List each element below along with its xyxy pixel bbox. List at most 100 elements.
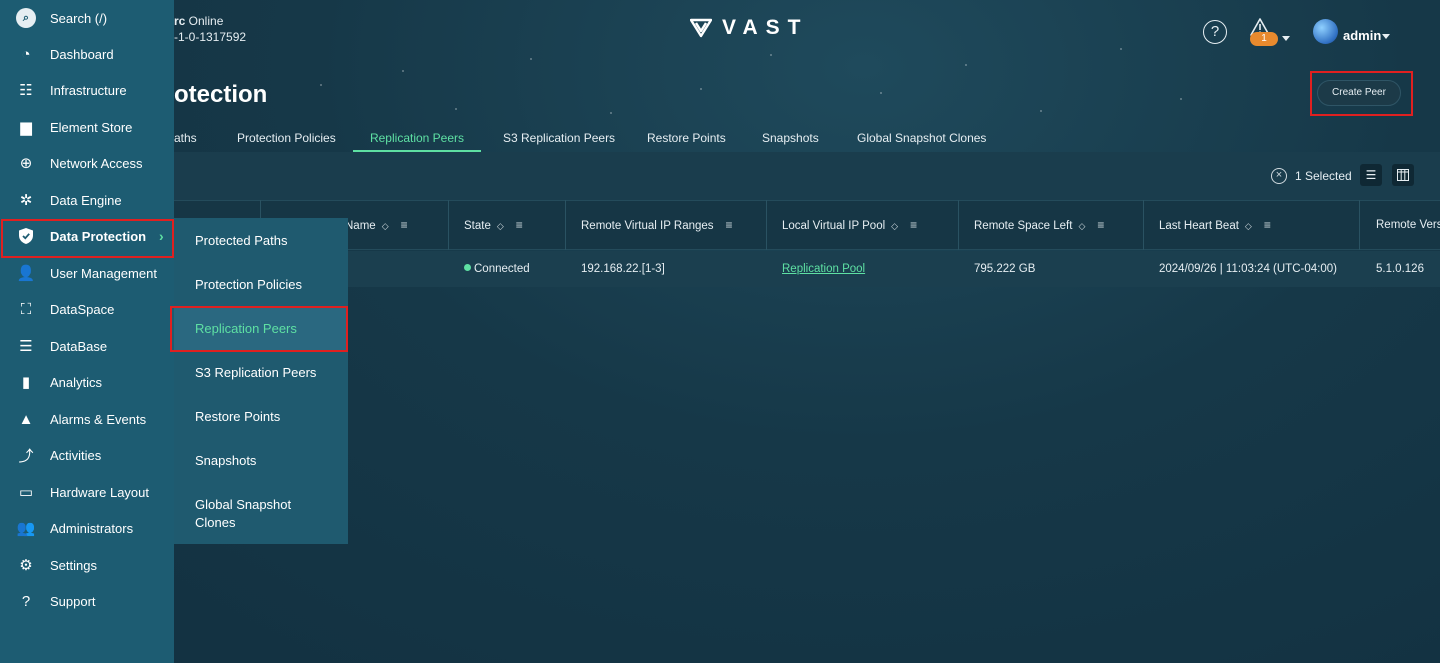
sidebar-item-user-management[interactable]: 👤 User Management bbox=[0, 255, 174, 291]
tab-s3-replication-peers[interactable]: S3 Replication Peers bbox=[503, 124, 615, 152]
column-divider bbox=[448, 200, 449, 250]
tab-global-snapshot-clones[interactable]: Global Snapshot Clones bbox=[857, 124, 986, 152]
column-menu-icon[interactable]: ≡ bbox=[726, 200, 733, 250]
selected-count: 1 Selected bbox=[1295, 169, 1352, 183]
question-icon: ? bbox=[21, 592, 31, 610]
column-header-last-heart-beat[interactable]: Last Heart Beat ◇ ≡ bbox=[1159, 200, 1271, 250]
column-label: State bbox=[464, 220, 491, 232]
sort-icon[interactable]: ◇ bbox=[497, 201, 504, 251]
tab-restore-points[interactable]: Restore Points bbox=[647, 124, 726, 152]
clear-selection-icon[interactable]: × bbox=[1271, 168, 1287, 184]
state-text: Connected bbox=[474, 263, 530, 275]
sidebar-item-label: Alarms & Events bbox=[50, 411, 147, 427]
tab-snapshots[interactable]: Snapshots bbox=[762, 124, 819, 152]
cell-remote-space-left: 795.222 GB bbox=[974, 263, 1036, 275]
table-toolbar bbox=[174, 152, 1440, 200]
submenu-item-restore-points[interactable]: Restore Points bbox=[174, 408, 348, 426]
sidebar-item-analytics[interactable]: ▮ Analytics bbox=[0, 364, 174, 400]
infrastructure-icon: ☷ bbox=[19, 82, 33, 99]
sidebar-item-dataspace[interactable]: ⛶ DataSpace bbox=[0, 291, 174, 327]
column-header-local-vip-pool[interactable]: Local Virtual IP Pool ◇ ≡ bbox=[782, 200, 917, 250]
vast-logo-icon bbox=[690, 18, 712, 38]
column-divider bbox=[1143, 200, 1144, 250]
column-header-name[interactable]: Name ◇ ≡ bbox=[345, 200, 408, 250]
column-menu-icon[interactable]: ≡ bbox=[401, 200, 408, 250]
submenu-item-protection-policies[interactable]: Protection Policies bbox=[174, 276, 348, 294]
sidebar-item-dashboard[interactable]: ◔ Dashboard bbox=[0, 36, 174, 72]
column-menu-icon[interactable]: ≡ bbox=[910, 200, 917, 250]
columns-view-icon[interactable] bbox=[1392, 164, 1414, 186]
sidebar-item-hardware-layout[interactable]: ▭ Hardware Layout bbox=[0, 474, 174, 510]
sidebar-item-label: Infrastructure bbox=[50, 82, 127, 98]
column-menu-icon[interactable]: ≡ bbox=[1264, 200, 1271, 250]
sidebar-item-label: Administrators bbox=[50, 520, 134, 536]
status-dot-icon bbox=[464, 264, 471, 271]
sort-icon[interactable]: ◇ bbox=[382, 201, 389, 251]
sidebar-item-search[interactable]: ⌕ Search (/) bbox=[0, 0, 174, 36]
sort-icon[interactable]: ◇ bbox=[1245, 201, 1252, 251]
submenu-item-s3-replication-peers[interactable]: S3 Replication Peers bbox=[174, 364, 348, 382]
sidebar-item-alarms-events[interactable]: ▲ Alarms & Events bbox=[0, 401, 174, 437]
tab-replication-peers[interactable]: Replication Peers bbox=[353, 124, 481, 152]
cell-remote-version: 5.1.0.126 bbox=[1376, 263, 1424, 275]
cell-state: Connected bbox=[464, 251, 530, 287]
column-header-remote-space-left[interactable]: Remote Space Left ◇ ≡ bbox=[974, 200, 1104, 250]
replication-pool-link[interactable]: Replication Pool bbox=[782, 263, 865, 275]
column-divider bbox=[1359, 200, 1360, 250]
sidebar-item-database[interactable]: ☰ DataBase bbox=[0, 328, 174, 364]
column-divider bbox=[958, 200, 959, 250]
submenu-item-global-snapshot-clones[interactable]: Global Snapshot Clones bbox=[174, 496, 324, 532]
warning-icon: ▲ bbox=[18, 410, 34, 428]
help-button[interactable]: ? bbox=[1203, 20, 1227, 44]
search-icon: ⌕ bbox=[16, 8, 36, 28]
sidebar-item-support[interactable]: ? Support bbox=[0, 583, 174, 619]
chevron-down-icon[interactable] bbox=[1282, 36, 1290, 41]
data-protection-highlight bbox=[1, 219, 174, 258]
sidebar-item-element-store[interactable]: ▆ Element Store bbox=[0, 109, 174, 145]
tab-protection-policies[interactable]: Protection Policies bbox=[237, 124, 336, 152]
submenu-item-snapshots[interactable]: Snapshots bbox=[174, 452, 348, 470]
sidebar-item-label: Network Access bbox=[50, 155, 143, 171]
sidebar-item-label: Dashboard bbox=[50, 46, 114, 62]
column-divider bbox=[766, 200, 767, 250]
tab-protected-paths[interactable]: aths bbox=[174, 124, 197, 152]
sidebar-item-settings[interactable]: ⚙ Settings bbox=[0, 547, 174, 583]
admin-icon: 👥 bbox=[16, 520, 36, 537]
sidebar-item-administrators[interactable]: 👥 Administrators bbox=[0, 510, 174, 546]
column-menu-icon[interactable]: ≡ bbox=[516, 200, 523, 250]
avatar[interactable] bbox=[1313, 19, 1338, 44]
user-name[interactable]: admin bbox=[1343, 28, 1381, 43]
column-label: Last Heart Beat bbox=[1159, 220, 1239, 232]
sidebar-item-data-engine[interactable]: ✲ Data Engine bbox=[0, 182, 174, 218]
sidebar-item-label: Element Store bbox=[50, 119, 133, 135]
user-management-icon: 👤 bbox=[16, 265, 36, 282]
cluster-online-text: Online bbox=[185, 14, 224, 28]
sidebar-item-label: Settings bbox=[50, 557, 97, 573]
submenu-item-protected-paths[interactable]: Protected Paths bbox=[174, 232, 348, 250]
column-menu-icon[interactable]: ≡ bbox=[1097, 200, 1104, 250]
sort-icon[interactable]: ◇ bbox=[1078, 201, 1085, 251]
column-label: Remote Space Left bbox=[974, 220, 1073, 232]
column-header-remote-vip-ranges[interactable]: Remote Virtual IP Ranges ≡ bbox=[581, 200, 733, 250]
analytics-icon: ▮ bbox=[21, 374, 31, 391]
sidebar-item-network-access[interactable]: ⊕ Network Access bbox=[0, 145, 174, 181]
sidebar-item-infrastructure[interactable]: ☷ Infrastructure bbox=[0, 72, 174, 108]
column-header-remote-version[interactable]: Remote Vers bbox=[1376, 200, 1440, 250]
column-label: Local Virtual IP Pool bbox=[782, 220, 886, 232]
sidebar-item-label: Data Engine bbox=[50, 192, 122, 208]
dataspace-icon: ⛶ bbox=[20, 300, 32, 318]
column-label: Name bbox=[345, 220, 376, 232]
sort-icon[interactable]: ◇ bbox=[891, 201, 898, 251]
vast-logo: VAST bbox=[690, 16, 808, 40]
cluster-status: rc Online -1-0-1317592 bbox=[174, 13, 246, 45]
column-divider bbox=[565, 200, 566, 250]
column-header-state[interactable]: State ◇ ≡ bbox=[464, 200, 523, 250]
sidebar-item-activities[interactable]: ⤴ Activities bbox=[0, 437, 174, 473]
activities-icon: ⤴ bbox=[18, 447, 34, 465]
sidebar-item-label: Activities bbox=[50, 447, 102, 463]
logo-text: VAST bbox=[722, 16, 809, 39]
user-menu-chevron-down-icon[interactable] bbox=[1382, 34, 1390, 39]
list-view-icon[interactable]: ☰ bbox=[1360, 164, 1382, 186]
create-peer-highlight bbox=[1310, 71, 1413, 116]
sidebar-item-label: DataSpace bbox=[50, 301, 115, 317]
